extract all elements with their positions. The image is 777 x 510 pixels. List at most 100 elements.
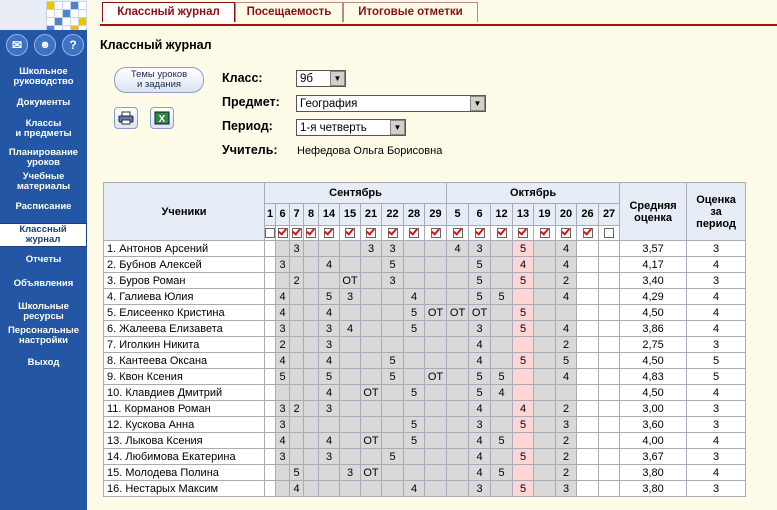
mark-cell[interactable]: 4 — [318, 432, 340, 449]
mark-cell[interactable] — [381, 304, 404, 321]
mark-cell[interactable] — [303, 432, 319, 449]
tab-class-journal[interactable]: Классный журнал — [102, 2, 235, 22]
mark-cell[interactable] — [264, 240, 276, 257]
mark-cell[interactable] — [533, 320, 557, 337]
mark-cell[interactable]: 2 — [555, 400, 578, 417]
mark-cell[interactable] — [490, 336, 514, 353]
mark-cell[interactable] — [446, 288, 470, 305]
sidebar-item-4[interactable]: Учебные материалы — [0, 171, 87, 193]
mark-cell[interactable]: 3 — [468, 416, 492, 433]
lesson-checkbox[interactable] — [306, 227, 316, 238]
mark-cell[interactable] — [360, 256, 382, 273]
mark-cell[interactable] — [264, 416, 276, 433]
day-header[interactable]: 12 — [490, 202, 514, 226]
mark-cell[interactable] — [275, 480, 290, 497]
mark-cell[interactable] — [289, 320, 304, 337]
mark-cell[interactable] — [381, 320, 404, 337]
mark-cell[interactable]: 5 — [512, 352, 535, 369]
mark-cell[interactable]: 5 — [468, 256, 492, 273]
mark-cell[interactable]: 4 — [339, 320, 361, 337]
mark-cell[interactable] — [576, 480, 600, 497]
mark-cell[interactable]: 3 — [318, 336, 340, 353]
mark-cell[interactable]: ОТ — [468, 304, 492, 321]
mark-cell[interactable] — [403, 272, 425, 289]
lesson-checkbox[interactable] — [582, 227, 593, 238]
mark-cell[interactable] — [289, 288, 304, 305]
topics-button[interactable]: Темы уроков и задания — [114, 67, 204, 93]
mark-cell[interactable]: 3 — [468, 480, 492, 497]
mark-cell[interactable]: 4 — [512, 256, 535, 273]
mark-cell[interactable]: 3 — [468, 320, 492, 337]
mark-cell[interactable]: 5 — [275, 368, 290, 385]
mark-cell[interactable]: 5 — [468, 384, 492, 401]
mark-cell[interactable]: 3 — [275, 400, 290, 417]
lesson-checkbox[interactable] — [409, 227, 419, 238]
mark-cell[interactable] — [303, 256, 319, 273]
mark-cell[interactable] — [339, 368, 361, 385]
mark-cell[interactable]: 3 — [275, 320, 290, 337]
mark-cell[interactable] — [598, 464, 621, 481]
mark-cell[interactable] — [289, 416, 304, 433]
mark-cell[interactable] — [512, 464, 535, 481]
mark-cell[interactable] — [339, 256, 361, 273]
excel-button[interactable]: X — [150, 107, 174, 129]
mark-cell[interactable] — [264, 336, 276, 353]
mark-cell[interactable]: 3 — [275, 448, 290, 465]
mark-cell[interactable]: 5 — [318, 368, 340, 385]
mark-cell[interactable]: 3 — [318, 320, 340, 337]
mark-cell[interactable] — [512, 432, 535, 449]
lesson-checkbox[interactable] — [474, 227, 485, 238]
mark-cell[interactable] — [533, 304, 557, 321]
mark-cell[interactable] — [423, 416, 448, 433]
mark-cell[interactable]: 5 — [490, 432, 514, 449]
mark-cell[interactable] — [446, 352, 470, 369]
mark-cell[interactable] — [533, 352, 557, 369]
final-cell[interactable]: 4 — [686, 432, 747, 449]
student-name[interactable]: 4. Галиева Юлия — [103, 288, 265, 305]
lesson-checkbox[interactable] — [430, 227, 441, 238]
mark-cell[interactable] — [490, 400, 514, 417]
period-select[interactable]: 1-я четверть ▼ — [296, 119, 406, 136]
mark-cell[interactable]: 4 — [468, 400, 492, 417]
mark-cell[interactable]: 5 — [490, 464, 514, 481]
student-name[interactable]: 3. Буров Роман — [103, 272, 265, 289]
final-cell[interactable]: 3 — [686, 336, 747, 353]
mark-cell[interactable] — [264, 288, 276, 305]
mark-cell[interactable] — [446, 416, 470, 433]
mark-cell[interactable] — [446, 256, 470, 273]
mark-cell[interactable] — [490, 320, 514, 337]
lesson-checkbox[interactable] — [265, 227, 275, 238]
mark-cell[interactable]: 4 — [318, 384, 340, 401]
mark-cell[interactable]: 4 — [289, 480, 304, 497]
student-name[interactable]: 6. Жалеева Елизавета — [103, 320, 265, 337]
mark-cell[interactable] — [533, 464, 557, 481]
mark-cell[interactable] — [446, 368, 470, 385]
mark-cell[interactable] — [289, 256, 304, 273]
mark-cell[interactable] — [360, 288, 382, 305]
mark-cell[interactable] — [264, 400, 276, 417]
mark-cell[interactable]: 4 — [512, 400, 535, 417]
mark-cell[interactable] — [303, 400, 319, 417]
mark-cell[interactable]: ОТ — [360, 464, 382, 481]
print-button[interactable] — [114, 107, 138, 129]
mark-cell[interactable] — [289, 432, 304, 449]
mark-cell[interactable]: 3 — [360, 240, 382, 257]
student-name[interactable]: 5. Елисеенко Кристина — [103, 304, 265, 321]
mark-cell[interactable] — [576, 272, 600, 289]
mark-cell[interactable] — [598, 352, 621, 369]
mark-cell[interactable]: 4 — [555, 320, 578, 337]
mark-cell[interactable]: ОТ — [360, 384, 382, 401]
mark-cell[interactable]: 5 — [403, 320, 425, 337]
mark-cell[interactable] — [533, 288, 557, 305]
lesson-checkbox[interactable] — [496, 227, 507, 238]
lesson-checkbox[interactable] — [604, 227, 615, 238]
mark-cell[interactable] — [576, 336, 600, 353]
mark-cell[interactable] — [423, 272, 448, 289]
mark-cell[interactable]: 5 — [555, 352, 578, 369]
mark-cell[interactable] — [512, 336, 535, 353]
lesson-checkbox[interactable] — [324, 227, 334, 238]
mark-cell[interactable] — [303, 368, 319, 385]
mark-cell[interactable] — [339, 432, 361, 449]
mark-cell[interactable] — [576, 304, 600, 321]
mark-cell[interactable] — [339, 384, 361, 401]
